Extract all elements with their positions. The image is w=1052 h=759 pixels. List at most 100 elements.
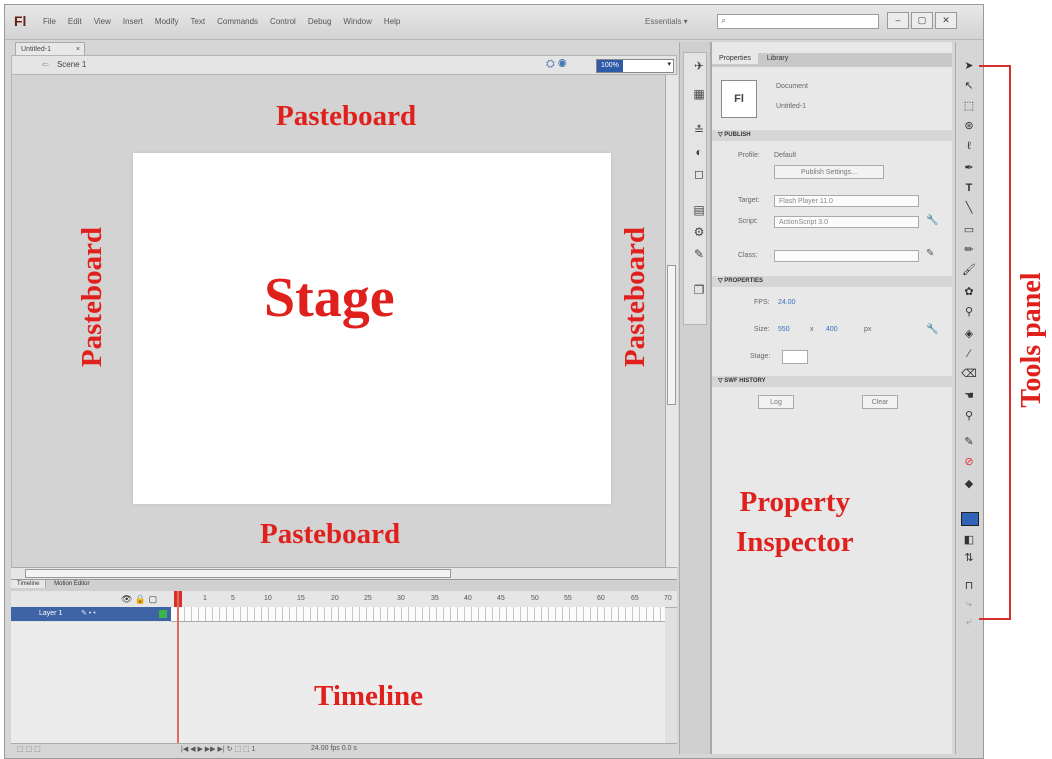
- menu-file[interactable]: File: [43, 17, 56, 26]
- no-color-icon[interactable]: ⊘: [959, 454, 979, 470]
- brush-tool-icon[interactable]: 🖌: [959, 262, 979, 278]
- edit-symbols-icon[interactable]: ⛭ ◉: [546, 58, 567, 71]
- stage-color-swatch[interactable]: [782, 350, 808, 364]
- fill-color-icon[interactable]: ◆: [959, 476, 979, 492]
- stage-color-label: Stage:: [750, 353, 771, 360]
- zoom-value: 100%: [597, 60, 623, 72]
- hand-tool-icon[interactable]: ☚: [959, 388, 979, 404]
- frame-cells[interactable]: [171, 607, 665, 622]
- snap-magnet-icon[interactable]: ⊓: [959, 578, 979, 594]
- eraser-tool-icon[interactable]: ⌫: [959, 366, 979, 382]
- wrench-icon[interactable]: 🔧: [926, 215, 938, 226]
- menu-edit[interactable]: Edit: [68, 17, 82, 26]
- layer-visibility-icons[interactable]: 👁 🔒 ▢: [121, 594, 157, 605]
- scene-breadcrumb[interactable]: ⇦ Scene 1: [42, 60, 86, 69]
- 3d-rotation-tool-icon[interactable]: ⊛: [959, 118, 979, 134]
- scroll-thumb[interactable]: [25, 569, 451, 578]
- wrench-icon[interactable]: 🔧: [926, 324, 938, 335]
- menu-view[interactable]: View: [94, 17, 111, 26]
- maximize-button[interactable]: ▢: [911, 12, 933, 29]
- transform-icon[interactable]: ◻: [691, 167, 707, 181]
- swap-colors-icon[interactable]: ⇅: [959, 550, 979, 566]
- tab-timeline[interactable]: Timeline: [11, 580, 47, 588]
- layer-buttons[interactable]: ⬚ ⬚ ⬚: [17, 745, 41, 753]
- stroke-color-icon[interactable]: ✎: [959, 434, 979, 450]
- properties-section-header[interactable]: ▽ PROPERTIES: [712, 276, 952, 287]
- swf-history-section-header[interactable]: ▽ SWF HISTORY: [712, 376, 952, 387]
- property-inspector: Properties Library Fl Document Untitled-…: [711, 42, 952, 754]
- line-tool-icon[interactable]: ╲: [959, 200, 979, 216]
- straighten-icon[interactable]: ⤶: [959, 614, 979, 630]
- document-tab[interactable]: Untitled-1 ×: [15, 42, 85, 55]
- motion-presets-icon[interactable]: ✈: [691, 59, 707, 73]
- minimize-button[interactable]: –: [887, 12, 909, 29]
- tab-motion-editor[interactable]: Motion Editor: [48, 580, 95, 588]
- edit-bar: ⇦ Scene 1 ⛭ ◉ 100% ▾: [11, 55, 677, 75]
- menu-items: File Edit View Insert Modify Text Comman…: [43, 17, 400, 26]
- class-field[interactable]: [774, 250, 919, 262]
- tab-library[interactable]: Library: [760, 53, 795, 64]
- log-button[interactable]: Log: [758, 395, 794, 409]
- smooth-icon[interactable]: ⤷: [959, 596, 979, 612]
- menu-window[interactable]: Window: [343, 17, 371, 26]
- back-arrow-icon[interactable]: ⇦: [42, 60, 49, 69]
- frame-number: 1: [203, 595, 207, 602]
- info-icon[interactable]: ◐: [691, 145, 707, 159]
- lasso-tool-icon[interactable]: ℓ: [959, 138, 979, 154]
- annotation-pasteboard-bottom: Pasteboard: [260, 518, 401, 550]
- bone-tool-icon[interactable]: ⚲: [959, 304, 979, 320]
- rectangle-tool-icon[interactable]: ▭: [959, 222, 979, 238]
- close-button[interactable]: ✕: [935, 12, 957, 29]
- eyedropper-tool-icon[interactable]: ⁄: [959, 346, 979, 362]
- subselection-tool-icon[interactable]: ↖: [959, 78, 979, 94]
- pen-tool-icon[interactable]: ✒: [959, 160, 979, 176]
- pencil-tool-icon[interactable]: ✏: [959, 242, 979, 258]
- size-unit: px: [864, 326, 872, 333]
- zoom-tool-icon[interactable]: ⚲: [959, 408, 979, 424]
- brush-icon[interactable]: ✎: [691, 247, 707, 261]
- layer-row[interactable]: Layer 1 ✎ • •: [11, 607, 171, 621]
- playhead[interactable]: [177, 591, 179, 748]
- menu-modify[interactable]: Modify: [155, 17, 179, 26]
- script-select[interactable]: ActionScript 3.0: [774, 216, 919, 228]
- playback-controls[interactable]: |◀ ◀ ▶ ▶▶ ▶| ↻ ⬚ ⬚ 1: [181, 745, 255, 753]
- layer-controls[interactable]: ✎ • •: [81, 607, 96, 621]
- workspace-switcher[interactable]: Essentials ▾: [645, 17, 688, 26]
- menu-insert[interactable]: Insert: [123, 17, 143, 26]
- annotation-property-inspector: Property Inspector: [736, 486, 854, 558]
- zoom-select[interactable]: 100% ▾: [596, 59, 674, 73]
- code-snippets-icon[interactable]: ❐: [691, 283, 707, 297]
- color-swatch-icon[interactable]: ▦: [691, 87, 707, 101]
- align-icon[interactable]: ≛: [691, 123, 707, 137]
- vertical-scrollbar[interactable]: [665, 75, 678, 567]
- default-colors-icon[interactable]: ◧: [959, 532, 979, 548]
- components-icon[interactable]: ⚙: [691, 225, 707, 239]
- frame-number: 10: [264, 595, 272, 602]
- target-select[interactable]: Flash Player 11.0: [774, 195, 919, 207]
- menu-help[interactable]: Help: [384, 17, 400, 26]
- text-tool-icon[interactable]: T: [959, 180, 979, 196]
- clear-button[interactable]: Clear: [862, 395, 898, 409]
- selection-tool-icon[interactable]: ➤: [959, 58, 979, 74]
- timeline-footer: ⬚ ⬚ ⬚ |◀ ◀ ▶ ▶▶ ▶| ↻ ⬚ ⬚ 1 24.00 fps 0.0…: [11, 743, 677, 756]
- publish-section-header[interactable]: ▽ PUBLISH: [712, 130, 952, 141]
- menu-control[interactable]: Control: [270, 17, 296, 26]
- pencil-icon[interactable]: ✎: [926, 248, 934, 259]
- menu-text[interactable]: Text: [190, 17, 205, 26]
- paint-bucket-tool-icon[interactable]: ◈: [959, 326, 979, 342]
- free-transform-tool-icon[interactable]: ⬚: [959, 98, 979, 114]
- layer-outline-icon[interactable]: [159, 610, 167, 618]
- library-icon[interactable]: ▤: [691, 203, 707, 217]
- properties-tabs: Properties Library: [712, 53, 952, 67]
- scroll-thumb[interactable]: [667, 265, 676, 405]
- help-search-input[interactable]: ⌕: [717, 14, 879, 29]
- size-width[interactable]: 550: [778, 326, 790, 333]
- menu-debug[interactable]: Debug: [308, 17, 332, 26]
- deco-tool-icon[interactable]: ✿: [959, 284, 979, 300]
- tab-properties[interactable]: Properties: [712, 53, 758, 64]
- size-height[interactable]: 400: [826, 326, 838, 333]
- fps-value[interactable]: 24.00: [778, 299, 796, 306]
- fill-color-swatch[interactable]: [961, 512, 979, 526]
- menu-commands[interactable]: Commands: [217, 17, 258, 26]
- publish-settings-button[interactable]: Publish Settings...: [774, 165, 884, 179]
